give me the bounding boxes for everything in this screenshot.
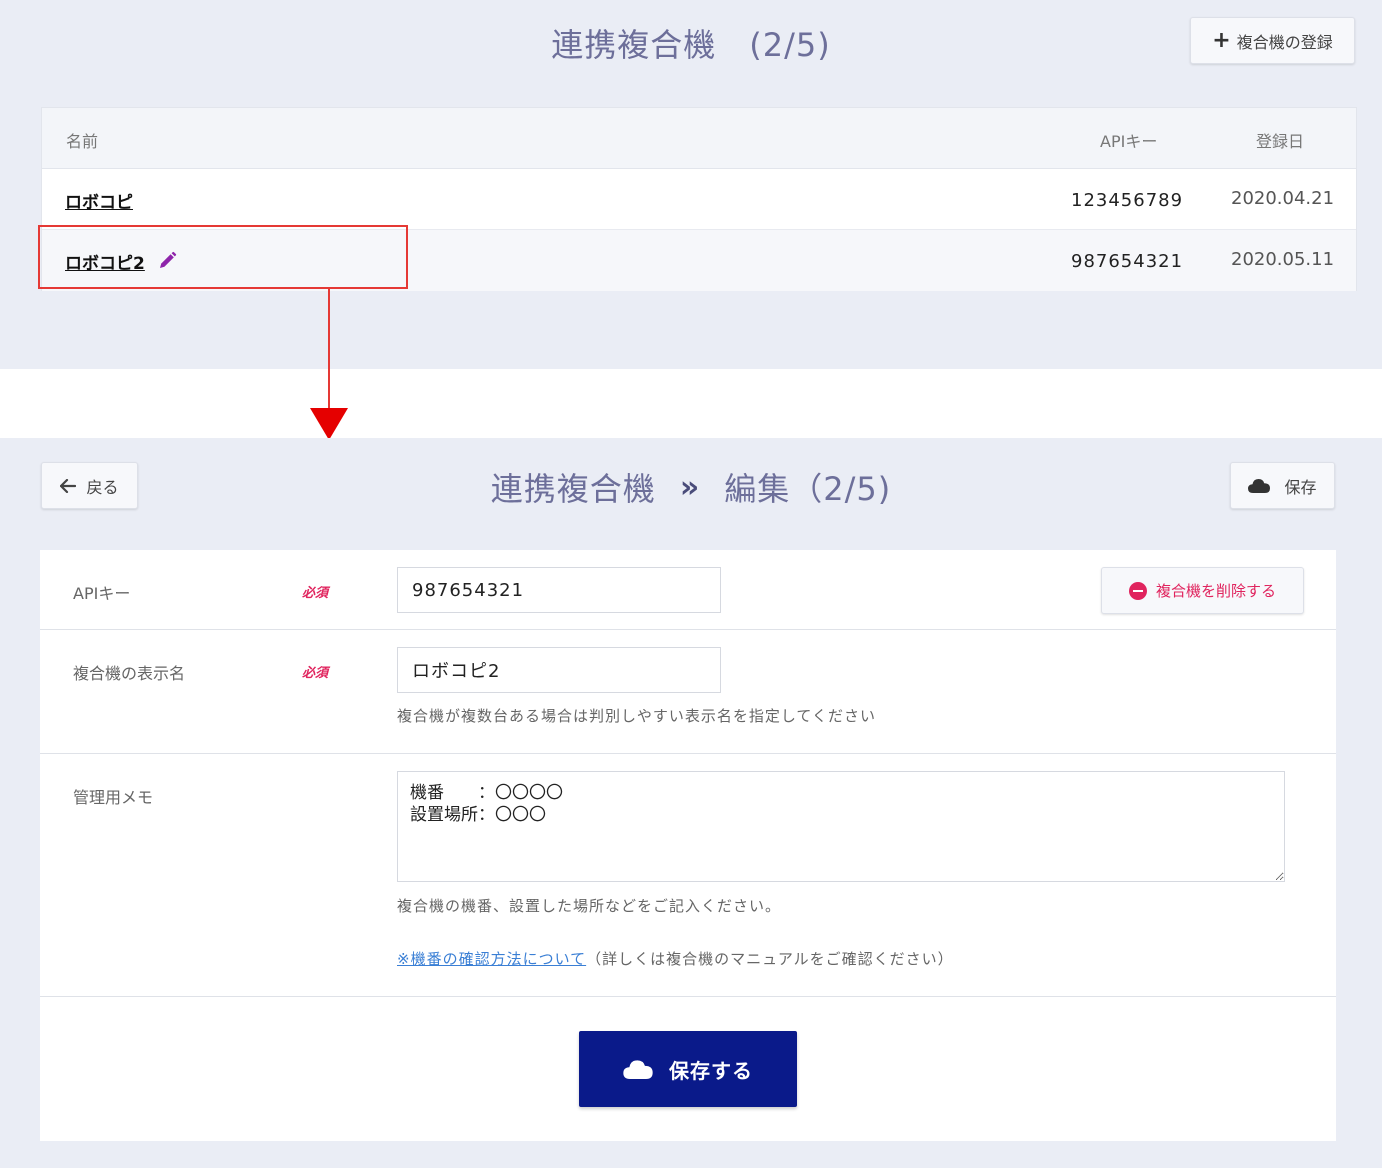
register-machine-label: 複合機の登録 [1236, 32, 1333, 52]
machine-name-link[interactable]: ロボコピ [65, 188, 133, 213]
edit-title-section: 連携複合機 [490, 470, 656, 508]
minus-circle-icon [1128, 581, 1147, 600]
edit-panel: 連携複合機 » 編集（2/5) 戻る 保存 APIキー 必須 複合機を削除する … [0, 438, 1382, 1168]
registered-date-cell: 2020.04.21 [1231, 188, 1335, 209]
save-top-label: 保存 [1284, 477, 1317, 497]
api-key-cell: 123456789 [1071, 190, 1184, 211]
delete-machine-label: 複合機を削除する [1155, 582, 1276, 600]
form-row-save: 保存する [40, 997, 1336, 1141]
register-machine-button[interactable]: + 複合機の登録 [1190, 17, 1355, 64]
cloud-icon [623, 1060, 653, 1079]
edit-page-title: 連携複合機 » 編集（2/5) [0, 464, 1382, 510]
save-button[interactable]: 保存する [579, 1031, 797, 1107]
edit-form: APIキー 必須 複合機を削除する 複合機の表示名 必須 複合機が複数台ある場合… [40, 550, 1336, 1141]
delete-machine-button[interactable]: 複合機を削除する [1101, 567, 1304, 614]
display-name-input[interactable] [397, 647, 721, 693]
save-button-label: 保存する [669, 1058, 753, 1083]
back-button[interactable]: 戻る [41, 462, 138, 509]
memo-textarea[interactable]: 機番 ：〇〇〇〇 設置場所：〇〇〇 [397, 771, 1285, 882]
display-name-label: 複合機の表示名 [73, 664, 186, 683]
plus-icon: + [1212, 27, 1231, 53]
cloud-icon [1248, 479, 1271, 493]
highlight-annotation [38, 225, 408, 289]
form-row-display-name: 複合機の表示名 必須 複合機が複数台ある場合は判別しやすい表示名を指定してくださ… [40, 630, 1336, 754]
chevron-double-right-icon: » [679, 469, 701, 505]
memo-label: 管理用メモ [73, 788, 154, 807]
required-badge: 必須 [302, 666, 329, 681]
api-key-input[interactable] [397, 567, 721, 613]
annotation-arrow-head-icon [310, 408, 348, 440]
table-header: 名前 APIキー 登録日 [42, 108, 1356, 169]
api-key-label: APIキー [73, 584, 131, 603]
column-header-api-key: APIキー [1100, 132, 1158, 151]
registered-date-cell: 2020.05.11 [1231, 249, 1335, 270]
display-name-help: 複合機が複数台ある場合は判別しやすい表示名を指定してください [397, 707, 876, 725]
arrow-left-icon [60, 478, 77, 493]
back-label: 戻る [86, 477, 119, 497]
memo-link-line: ※機番の確認方法について（詳しくは複合機のマニュアルをご確認ください） [397, 948, 954, 969]
api-key-cell: 987654321 [1071, 251, 1184, 272]
memo-link-note: （詳しくは複合機のマニュアルをご確認ください） [586, 950, 954, 968]
edit-title-action: 編集（2/5) [724, 470, 892, 508]
form-row-memo: 管理用メモ 機番 ：〇〇〇〇 設置場所：〇〇〇 複合機の機番、設置した場所などを… [40, 754, 1336, 997]
machine-list-panel: 連携複合機 (2/5) + 複合機の登録 名前 APIキー 登録日 ロボコピ 1… [0, 0, 1382, 369]
required-badge: 必須 [302, 586, 329, 601]
column-header-name: 名前 [66, 132, 99, 151]
column-header-registered-date: 登録日 [1256, 132, 1305, 151]
page-title: 連携複合機 (2/5) [551, 26, 831, 64]
save-top-button[interactable]: 保存 [1230, 462, 1335, 509]
serial-number-help-link[interactable]: ※機番の確認方法について [397, 950, 586, 968]
annotation-arrow-line [328, 289, 330, 411]
table-row: ロボコピ 123456789 2020.04.21 [42, 169, 1356, 230]
memo-help: 複合機の機番、設置した場所などをご記入ください。 [397, 897, 782, 915]
form-row-api-key: APIキー 必須 複合機を削除する [40, 550, 1336, 630]
